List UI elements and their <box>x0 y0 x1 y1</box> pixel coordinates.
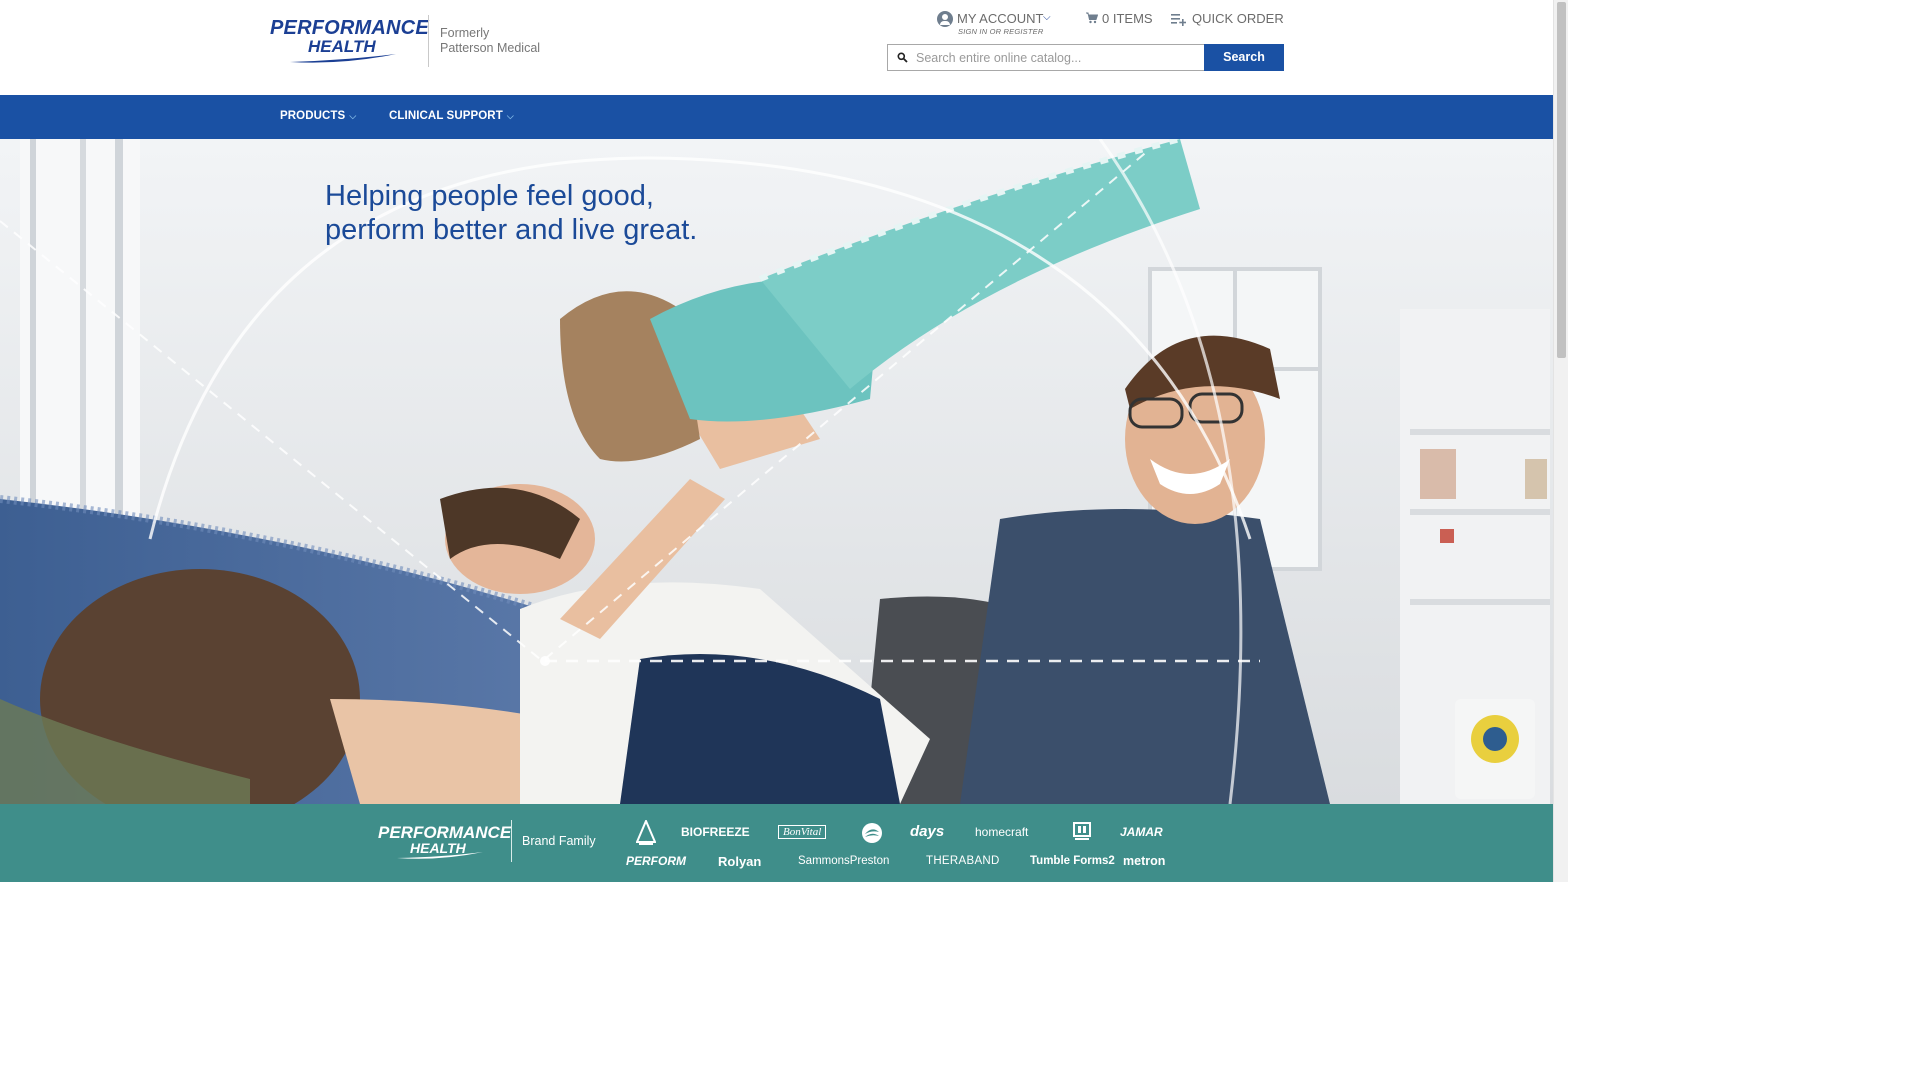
nav-item-products[interactable]: PRODUCTS ⌵ <box>280 110 356 122</box>
chevron-down-icon: ⌵ <box>349 111 357 121</box>
chevron-down-icon: ⌵ <box>1043 12 1051 23</box>
brand-bar-swoosh-icon <box>397 852 483 859</box>
user-circle-icon <box>937 11 953 27</box>
chevron-down-icon: ⌵ <box>506 111 514 121</box>
brand-metron[interactable]: metron <box>1123 854 1165 868</box>
page: PERFORMANCE HEALTH Formerly Patterson Me… <box>0 0 1568 882</box>
brand-bar-divider <box>511 820 512 862</box>
brand-homecraft[interactable]: homecraft <box>975 825 1028 839</box>
brand-days[interactable]: days <box>910 823 944 840</box>
search-input[interactable] <box>916 49 1196 67</box>
nav-item-products-label: PRODUCTS <box>280 110 346 122</box>
brand-jamar[interactable]: JAMAR <box>1120 825 1163 839</box>
site-header: PERFORMANCE HEALTH Formerly Patterson Me… <box>0 0 1553 95</box>
brand-perform[interactable]: PERFORM <box>626 854 686 868</box>
logo-line1: PERFORMANCE <box>270 17 429 39</box>
brand-tumble-forms[interactable]: Tumble Forms2 <box>1030 855 1115 867</box>
brand-bonvital[interactable]: BonVital <box>778 825 827 839</box>
nav-item-clinical-support-label: CLINICAL SUPPORT <box>389 110 503 122</box>
brand-logo-triangle-icon[interactable] <box>636 820 656 846</box>
search-button[interactable]: Search <box>1204 44 1284 71</box>
brand-logo-circle-icon[interactable] <box>861 822 883 844</box>
hero-headline: Helping people feel good, perform better… <box>325 179 697 247</box>
brand-family-bar: PERFORMANCE HEALTH Brand Family BIOFREEZ… <box>0 804 1553 882</box>
search-box <box>887 44 1205 71</box>
page-scrollbar[interactable] <box>1553 0 1568 882</box>
playlist-add-icon <box>1171 14 1186 26</box>
search-icon <box>897 52 908 63</box>
main-nav: PRODUCTS ⌵ CLINICAL SUPPORT ⌵ <box>0 95 1553 139</box>
scrollbar-thumb[interactable] <box>1557 2 1566 358</box>
hero-headline-line2: perform better and live great. <box>325 214 698 246</box>
brand-theraband[interactable]: THERABAND <box>926 855 1000 867</box>
brand-logo-box-icon[interactable] <box>1073 822 1091 842</box>
formerly-note: Formerly Patterson Medical <box>440 26 540 56</box>
my-account-label: MY ACCOUNT <box>957 11 1044 26</box>
hero-family-photo <box>0 139 1553 804</box>
brand-sammons-preston[interactable]: SammonsPreston <box>798 855 889 867</box>
logo-swoosh-icon <box>290 54 396 63</box>
brand-bar-logo-line1: PERFORMANCE <box>378 823 512 842</box>
formerly-line2: Patterson Medical <box>440 41 541 55</box>
brand-rolyan[interactable]: Rolyan <box>718 854 761 869</box>
formerly-line1: Formerly <box>440 26 490 40</box>
header-divider <box>428 15 429 67</box>
cart-count-label: 0 ITEMS <box>1102 11 1153 26</box>
cart-icon <box>1086 12 1098 24</box>
hero-headline-line1: Helping people feel good, <box>325 180 654 212</box>
quick-order-label: QUICK ORDER <box>1192 11 1284 26</box>
sign-in-register-link[interactable]: SIGN IN OR REGISTER <box>958 27 1043 36</box>
brand-biofreeze[interactable]: BIOFREEZE <box>681 825 750 839</box>
nav-item-clinical-support[interactable]: CLINICAL SUPPORT ⌵ <box>389 110 514 122</box>
brand-family-label: Brand Family <box>522 834 596 848</box>
hero-banner: Helping people feel good, perform better… <box>0 139 1553 804</box>
performance-health-logo[interactable]: PERFORMANCE HEALTH <box>270 18 429 66</box>
